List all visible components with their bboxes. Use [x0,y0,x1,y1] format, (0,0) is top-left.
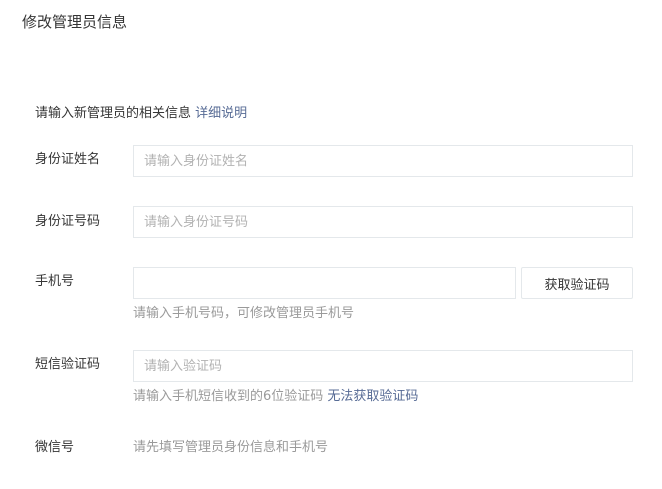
page-title: 修改管理员信息 [22,13,128,31]
get-code-button[interactable]: 获取验证码 [521,267,633,299]
phone-label: 手机号 [35,274,75,289]
id-name-label: 身份证姓名 [35,152,101,167]
intro-line: 请输入新管理员的相关信息 详细说明 [35,104,247,124]
id-name-input[interactable] [133,145,633,177]
intro-text: 请输入新管理员的相关信息 [35,106,192,121]
cannot-get-code-link[interactable]: 无法获取验证码 [327,389,418,404]
wechat-hint: 请先填写管理员身份信息和手机号 [133,440,329,455]
details-link[interactable]: 详细说明 [195,106,247,121]
phone-input[interactable] [133,267,516,299]
id-number-label: 身份证号码 [35,214,101,229]
sms-code-input[interactable] [133,350,633,382]
id-number-input[interactable] [133,206,633,238]
phone-hint: 请输入手机号码，可修改管理员手机号 [133,306,355,321]
sms-code-hint-line: 请输入手机短信收到的6位验证码 无法获取验证码 [133,387,418,407]
wechat-label: 微信号 [35,440,75,455]
sms-code-hint: 请输入手机短信收到的6位验证码 [133,389,324,404]
sms-code-label: 短信验证码 [35,357,101,372]
